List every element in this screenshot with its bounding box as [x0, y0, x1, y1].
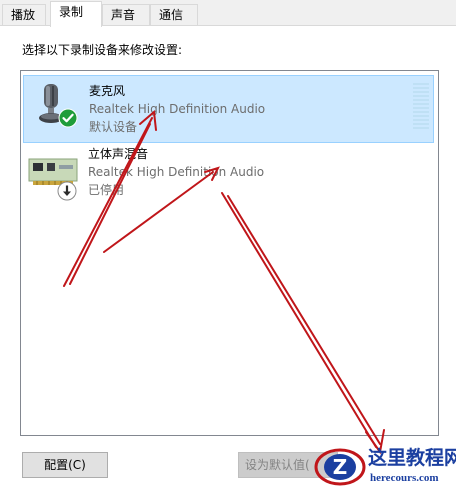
device-status: 默认设备 [89, 120, 138, 134]
device-item-microphone[interactable]: 麦克风 Realtek High Definition Audio 默认设备 [23, 75, 434, 143]
tab-communications[interactable]: 通信 [150, 4, 198, 25]
watermark: Z 这里教程网 herecours.com [312, 444, 456, 491]
tab-recording[interactable]: 录制 [50, 1, 102, 27]
device-description: Realtek High Definition Audio [89, 102, 266, 116]
watermark-title: 这里教程网 [368, 447, 456, 469]
device-name: 麦克风 [89, 84, 126, 98]
svg-text:Z: Z [333, 455, 348, 479]
device-item-stereo-mix[interactable]: 立体声混音 Realtek High Definition Audio 已停用 [23, 143, 434, 211]
instruction-text: 选择以下录制设备来修改设置: [22, 43, 183, 57]
watermark-url: herecours.com [370, 472, 439, 484]
device-status: 已停用 [88, 183, 125, 197]
check-icon [58, 108, 78, 128]
device-name: 立体声混音 [88, 147, 149, 161]
tab-bar: 播放 录制 声音 通信 [0, 0, 456, 27]
device-description: Realtek High Definition Audio [88, 165, 265, 179]
configure-button[interactable]: 配置(C) [22, 452, 108, 478]
device-list[interactable]: 麦克风 Realtek High Definition Audio 默认设备 立… [20, 70, 439, 436]
tab-playback[interactable]: 播放 [2, 4, 46, 25]
watermark-logo-icon: Z [314, 446, 366, 488]
level-meter [413, 83, 429, 131]
disabled-arrow-icon [57, 181, 77, 201]
tab-sounds[interactable]: 声音 [102, 4, 150, 25]
sound-dialog-window: 播放 录制 声音 通信 选择以下录制设备来修改设置: 麦克风 Realtek H… [0, 0, 456, 491]
